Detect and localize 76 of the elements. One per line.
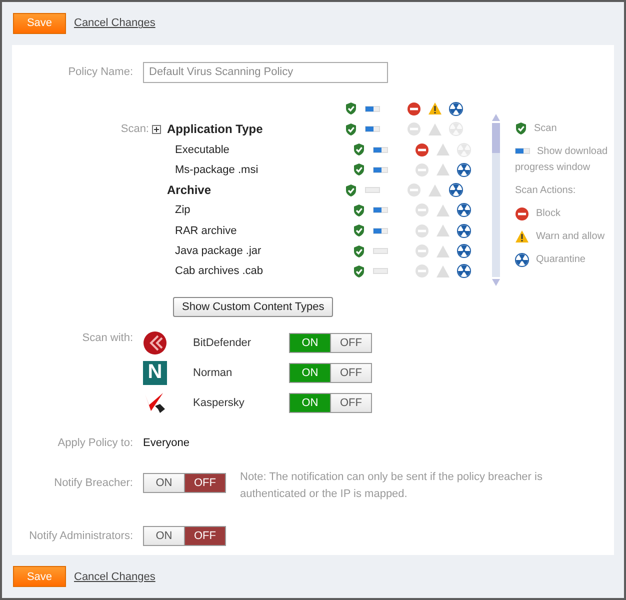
legend-text: Quarantine	[536, 252, 586, 267]
file-type-name: Ms-package .msi	[174, 164, 260, 176]
file-type-name: Cab archives .cab	[174, 265, 264, 278]
file-type-name: Zip	[174, 204, 192, 216]
notify-administrators-label: Notify Administrators:	[28, 528, 134, 544]
block-icon[interactable]	[515, 206, 529, 221]
legend-text: Block	[536, 206, 560, 221]
sphere-logo-icon	[143, 330, 167, 355]
on-toggle[interactable]: ON	[290, 364, 330, 382]
shield-icon	[515, 122, 527, 136]
progress-toggle-icon[interactable]	[373, 207, 388, 214]
engine-name: BitDefender	[193, 336, 252, 349]
progress-toggle-icon[interactable]	[373, 228, 388, 234]
warning-icon[interactable]	[428, 102, 442, 116]
radiation-icon[interactable]	[449, 102, 463, 116]
category-name: Application Type	[167, 122, 264, 136]
file-type-name: Java package .jar	[174, 245, 262, 257]
off-toggle[interactable]: OFF	[330, 364, 371, 382]
progress-toggle-icon[interactable]	[373, 268, 388, 274]
progress-toggle-icon[interactable]	[515, 148, 530, 154]
engine-name: Norman	[193, 366, 234, 379]
on-toggle[interactable]: ON	[290, 394, 330, 412]
policy-name-label: Policy Name:	[67, 64, 134, 80]
expand-icon[interactable]	[152, 124, 161, 134]
policy-name-field[interactable]: Default Virus Scanning Policy	[143, 62, 388, 83]
legend-heading: Scan Actions:	[515, 184, 577, 198]
shield-icon	[353, 204, 365, 217]
legend-progress-text: Show download progress window	[515, 144, 609, 175]
off-toggle[interactable]: OFF	[184, 526, 225, 545]
block-icon[interactable]	[407, 102, 421, 116]
show-custom-content-types-button[interactable]: Show Custom Content Types	[173, 296, 334, 317]
notify-breacher-label: Notify Breacher:	[53, 476, 134, 491]
scan-with-label: Scan with:	[81, 330, 134, 345]
radiation-icon[interactable]	[457, 244, 471, 258]
shield-icon	[345, 102, 357, 116]
legend-text: Scan	[534, 122, 557, 136]
file-type-name: Executable	[174, 144, 230, 156]
shield-icon	[345, 122, 357, 136]
apply-policy-label: Apply Policy to:	[56, 436, 134, 451]
shield-icon	[353, 143, 365, 156]
notification-note: Note: The notification can only be sent if the policy breacher is authenticated or the IP is mapped.	[240, 470, 544, 502]
off-toggle[interactable]: OFF	[184, 474, 225, 492]
legend-text: Warn and allow	[536, 230, 605, 244]
radiation-icon[interactable]	[457, 224, 471, 238]
on-toggle[interactable]: ON	[144, 526, 184, 545]
warning-icon[interactable]	[515, 230, 529, 244]
progress-toggle-icon[interactable]	[373, 248, 388, 254]
shield-icon	[353, 264, 365, 278]
radiation-icon[interactable]	[457, 203, 471, 218]
progress-toggle-icon[interactable]	[365, 187, 380, 194]
scrollbar[interactable]	[491, 112, 501, 287]
cancel-changes-link[interactable]: Cancel Changes	[74, 570, 156, 583]
category-name: Archive	[167, 183, 212, 198]
radiation-icon[interactable]	[515, 252, 529, 267]
radiation-icon[interactable]	[457, 162, 471, 177]
file-type-name: RAR archive	[174, 224, 238, 237]
progress-toggle-icon[interactable]	[373, 166, 388, 173]
apply-policy-value: Everyone	[143, 436, 190, 451]
progress-toggle-icon[interactable]	[373, 146, 388, 153]
off-toggle[interactable]: OFF	[330, 334, 371, 352]
shield-icon	[353, 244, 365, 258]
block-icon[interactable]	[415, 142, 429, 157]
shield-icon	[353, 224, 365, 238]
letter-logo-icon: N	[143, 360, 167, 385]
engine-name: Kaspersky	[193, 396, 246, 409]
cancel-changes-link[interactable]: Cancel Changes	[74, 17, 156, 30]
on-toggle[interactable]: ON	[144, 474, 184, 492]
radiation-icon[interactable]	[457, 264, 471, 278]
progress-toggle-icon[interactable]	[365, 106, 380, 112]
scan-label: Scan:	[120, 122, 150, 137]
radiation-icon[interactable]	[449, 183, 463, 198]
shield-icon	[345, 184, 357, 197]
shield-icon	[353, 163, 365, 176]
on-toggle[interactable]: ON	[290, 334, 330, 352]
progress-toggle-icon[interactable]	[365, 126, 380, 132]
off-toggle[interactable]: OFF	[330, 394, 371, 412]
